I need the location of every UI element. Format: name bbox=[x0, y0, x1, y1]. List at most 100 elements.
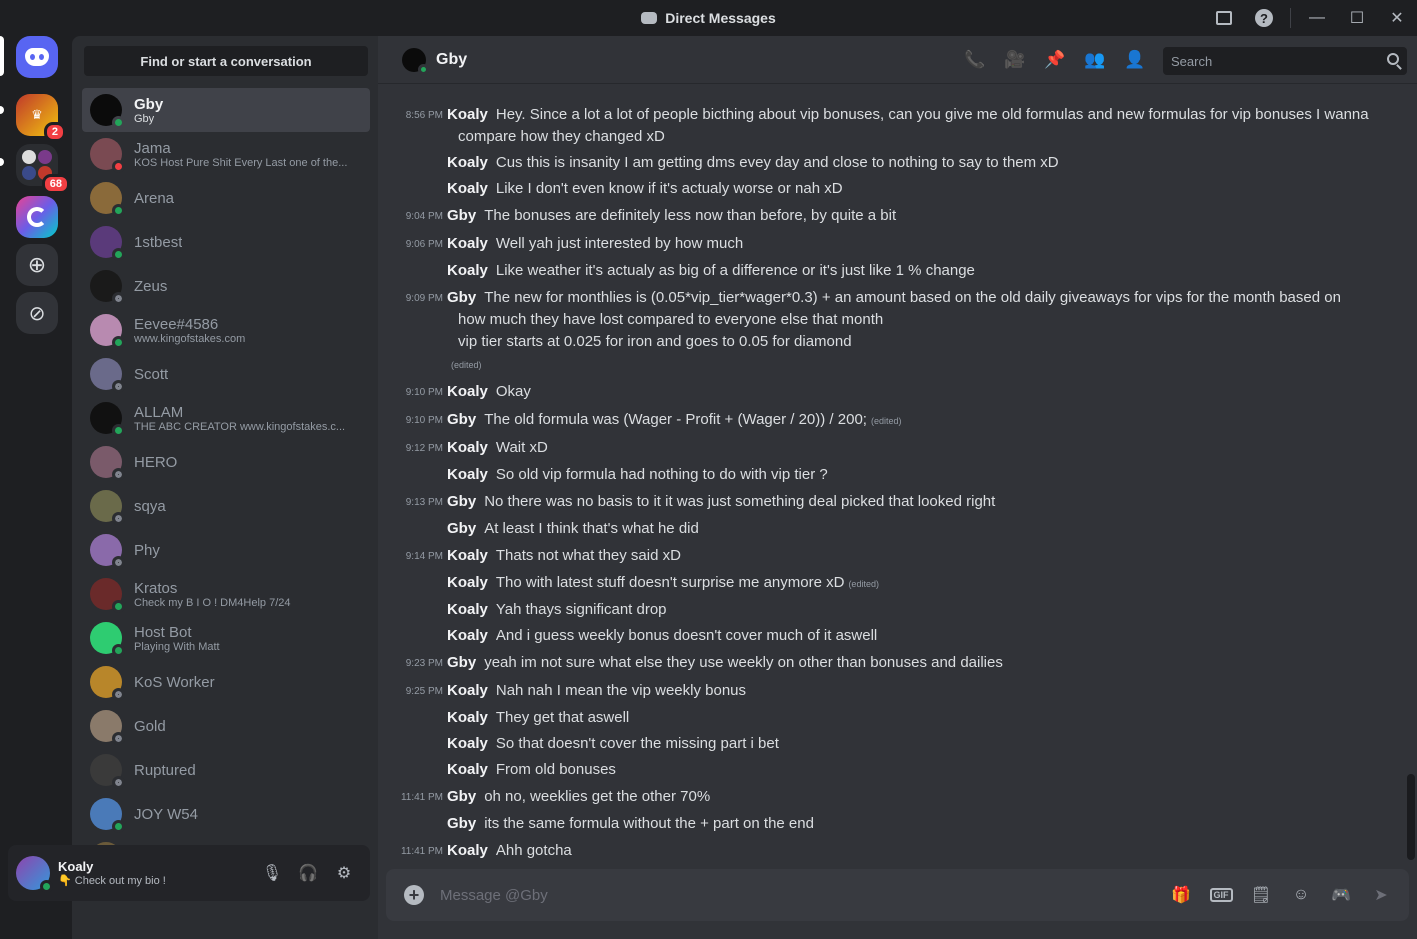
message[interactable]: 9:10 PM Gby The old formula was (Wager - P… bbox=[378, 409, 1408, 432]
dm-item[interactable]: Zeus bbox=[82, 264, 370, 308]
message[interactable]: Koaly Like weather it's actualy as big of… bbox=[378, 260, 1408, 282]
message[interactable]: 9:25 PM Koaly Nah nah I mean the vip weekl… bbox=[378, 680, 1408, 703]
dm-item[interactable]: Eevee#4586 www.kingofstakes.com bbox=[82, 308, 370, 352]
message-author[interactable]: Koaly bbox=[447, 601, 488, 618]
user-info[interactable]: Koaly 👇 Check out my bio ! bbox=[58, 859, 166, 887]
dm-item[interactable]: Gby Gby bbox=[82, 88, 370, 132]
message[interactable]: 9:04 PM Gby The bonuses are definitely les… bbox=[378, 205, 1408, 228]
message-author[interactable]: Gby bbox=[447, 520, 476, 537]
dm-item[interactable]: Phy bbox=[82, 528, 370, 572]
message-author[interactable]: Gby bbox=[447, 411, 476, 428]
message[interactable]: Koaly Tho with latest stuff doesn't surpr… bbox=[378, 572, 1408, 595]
send-button[interactable]: ➤ bbox=[1369, 883, 1393, 907]
message[interactable]: Koaly They get that aswell bbox=[378, 707, 1408, 729]
sticker-button[interactable]: 🗒 bbox=[1249, 883, 1273, 907]
message-author[interactable]: Koaly bbox=[447, 761, 488, 778]
message-author[interactable]: Gby bbox=[447, 815, 476, 832]
user-profile-button[interactable]: 👤 bbox=[1123, 48, 1147, 72]
message[interactable]: 9:10 PM Koaly Okay bbox=[378, 381, 1408, 404]
message-author[interactable]: Koaly bbox=[447, 682, 488, 699]
dm-item[interactable]: sqya bbox=[82, 484, 370, 528]
activities-button[interactable]: 🎮 bbox=[1329, 883, 1353, 907]
message-author[interactable]: Koaly bbox=[447, 106, 488, 123]
user-avatar[interactable] bbox=[16, 856, 53, 893]
server-folder[interactable]: 68 bbox=[16, 144, 70, 194]
gift-button[interactable]: 🎁 bbox=[1169, 883, 1193, 907]
message-author[interactable]: Koaly bbox=[447, 262, 488, 279]
message-author[interactable]: Gby bbox=[447, 493, 476, 510]
message[interactable]: 11:41 PM Gby oh no, weeklies get the other… bbox=[378, 786, 1408, 809]
message[interactable]: 8:56 PM Koaly Hey. Since a lot a lot of pe… bbox=[378, 104, 1408, 148]
emoji-button[interactable]: ☺ bbox=[1289, 883, 1313, 907]
dm-item[interactable]: ALLAM THE ABC CREATOR www.kingofstakes.c.… bbox=[82, 396, 370, 440]
gif-button[interactable]: GIF bbox=[1209, 883, 1233, 907]
dm-item[interactable]: HERO bbox=[82, 440, 370, 484]
message-author[interactable]: Koaly bbox=[447, 709, 488, 726]
message[interactable]: 9:13 PM Gby No there was no basis to it it… bbox=[378, 491, 1408, 514]
pinned-messages-button[interactable]: 📌 bbox=[1043, 48, 1067, 72]
message-author[interactable]: Koaly bbox=[447, 154, 488, 171]
dm-item[interactable]: 1stbest bbox=[82, 220, 370, 264]
minimize-button[interactable]: — bbox=[1297, 0, 1337, 36]
message[interactable]: 9:12 PM Koaly Wait xD bbox=[378, 437, 1408, 460]
server-gradient[interactable] bbox=[16, 196, 58, 238]
message[interactable]: 11:41 PM Koaly Ahh gotcha bbox=[378, 840, 1408, 863]
message-author[interactable]: Gby bbox=[447, 289, 476, 306]
upload-button[interactable]: + bbox=[404, 885, 424, 905]
discover-button[interactable]: ⊘ bbox=[16, 292, 58, 334]
maximize-button[interactable]: ☐ bbox=[1337, 0, 1377, 36]
message-author[interactable]: Koaly bbox=[447, 235, 488, 252]
message-author[interactable]: Koaly bbox=[447, 547, 488, 564]
message[interactable]: 9:14 PM Koaly Thats not what they said xD bbox=[378, 545, 1408, 568]
message[interactable]: Gby At least I think that's what he did bbox=[378, 518, 1408, 540]
message-author[interactable]: Koaly bbox=[447, 735, 488, 752]
message-author[interactable]: Gby bbox=[447, 788, 476, 805]
message-author[interactable]: Koaly bbox=[447, 180, 488, 197]
deafen-button[interactable]: 🎧 bbox=[294, 859, 322, 887]
message[interactable]: Koaly Cus this is insanity I am getting d… bbox=[378, 152, 1408, 174]
message-author[interactable]: Gby bbox=[447, 654, 476, 671]
search-input[interactable]: Search bbox=[1163, 47, 1407, 75]
video-call-button[interactable]: 🎥 bbox=[1003, 48, 1027, 72]
dm-item[interactable]: Kratos Check my B I O ! DM4Help 7/24 bbox=[82, 572, 370, 616]
find-conversation-button[interactable]: Find or start a conversation bbox=[84, 46, 368, 76]
message[interactable]: Koaly From old bonuses bbox=[378, 759, 1408, 781]
message[interactable]: Gby its the same formula without the + pa… bbox=[378, 813, 1408, 835]
message[interactable]: Koaly Yah thays significant drop bbox=[378, 599, 1408, 621]
recipient-name[interactable]: Gby bbox=[436, 51, 467, 69]
scrollbar[interactable] bbox=[1407, 774, 1415, 860]
add-server-button[interactable]: ⊕ bbox=[16, 244, 58, 286]
mute-button[interactable]: 🎙 bbox=[258, 859, 286, 887]
message[interactable]: Koaly So that doesn't cover the missing p… bbox=[378, 733, 1408, 755]
message-author[interactable]: Koaly bbox=[447, 466, 488, 483]
dm-item[interactable]: KoS Worker bbox=[82, 660, 370, 704]
voice-call-button[interactable]: 📞 bbox=[963, 48, 987, 72]
message-author[interactable]: Koaly bbox=[447, 439, 488, 456]
close-button[interactable]: ✕ bbox=[1377, 0, 1417, 36]
home-button[interactable] bbox=[16, 36, 58, 78]
message[interactable]: 9:23 PM Gby yeah im not sure what else the… bbox=[378, 652, 1408, 675]
dm-item[interactable]: Arena bbox=[82, 176, 370, 220]
message[interactable]: 9:06 PM Koaly Well yah just interested by … bbox=[378, 233, 1408, 256]
dm-item[interactable]: Gold bbox=[82, 704, 370, 748]
message-input[interactable]: Message @Gby bbox=[440, 887, 548, 904]
message-author[interactable]: Gby bbox=[447, 207, 476, 224]
message-author[interactable]: Koaly bbox=[447, 383, 488, 400]
message[interactable]: Koaly And i guess weekly bonus doesn't co… bbox=[378, 625, 1408, 647]
settings-button[interactable]: ⚙ bbox=[330, 859, 358, 887]
message[interactable]: Koaly So old vip formula had nothing to d… bbox=[378, 464, 1408, 486]
dm-item[interactable]: Jama KOS Host Pure Shit Every Last one of… bbox=[82, 132, 370, 176]
dm-item[interactable]: Host Bot Playing With Matt bbox=[82, 616, 370, 660]
message-author[interactable]: Koaly bbox=[447, 842, 488, 859]
help-button[interactable]: ? bbox=[1244, 0, 1284, 36]
inbox-button[interactable] bbox=[1204, 0, 1244, 36]
add-friends-button[interactable]: 👥 bbox=[1083, 48, 1107, 72]
dm-item[interactable]: JOY W54 bbox=[82, 792, 370, 836]
server-kos[interactable]: ♛ 2 bbox=[16, 94, 66, 142]
message[interactable]: 9:09 PM Gby The new for monthlies is (0.05… bbox=[378, 287, 1408, 376]
dm-item[interactable]: Ruptured bbox=[82, 748, 370, 792]
message[interactable]: Koaly Like I don't even know if it's actu… bbox=[378, 178, 1408, 200]
message-author[interactable]: Koaly bbox=[447, 574, 488, 591]
message-author[interactable]: Koaly bbox=[447, 627, 488, 644]
dm-item[interactable]: Scott bbox=[82, 352, 370, 396]
